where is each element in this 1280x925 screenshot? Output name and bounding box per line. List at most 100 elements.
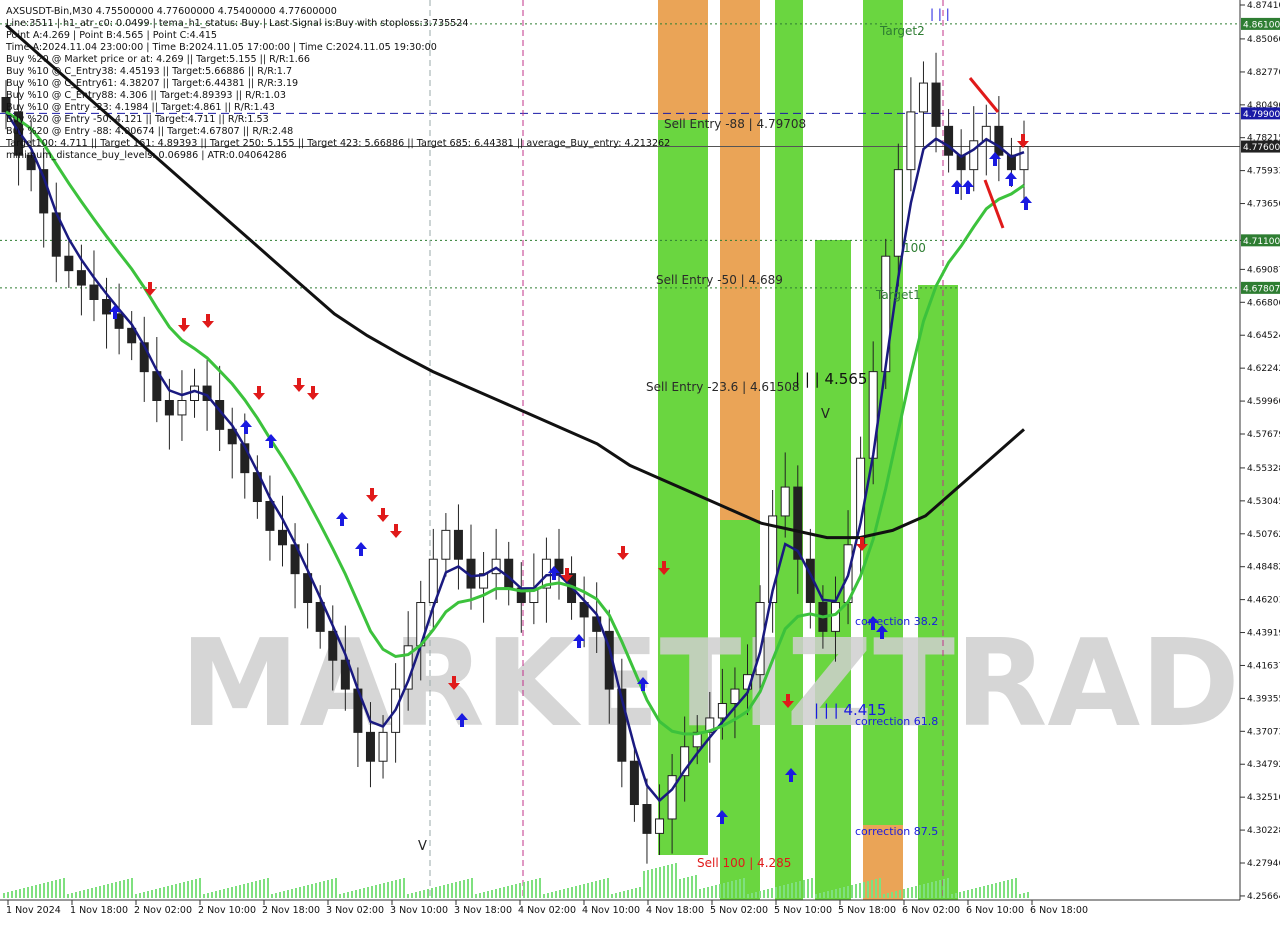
price-tick-label: 4.66806 xyxy=(1247,298,1280,308)
price-tick-label: 4.59960 xyxy=(1247,397,1280,407)
time-tick-label: 3 Nov 18:00 xyxy=(454,905,512,916)
time-tick-label: 4 Nov 02:00 xyxy=(518,905,576,916)
info-line: Line:3511 | h1_atr_c0: 0.0499 | tema_h1_… xyxy=(6,18,469,29)
price-tick-label: 4.53045 xyxy=(1247,497,1280,507)
info-line: Buy %20 @ Entry -50: 4.121 || Target:4.7… xyxy=(6,114,269,125)
target1-label: Target1 xyxy=(875,288,921,302)
time-tick-label: 2 Nov 02:00 xyxy=(134,905,192,916)
candle-body xyxy=(89,284,99,300)
sell-entry-88-label: Sell Entry -88 | 4.79708 xyxy=(664,117,806,131)
price-tick-label: 4.32510 xyxy=(1247,793,1280,803)
price-tick-label: 4.64524 xyxy=(1247,331,1280,341)
price-tick-label: 4.46201 xyxy=(1247,596,1280,606)
low-marker: V xyxy=(418,839,427,854)
candle-body xyxy=(265,501,275,531)
candle-body xyxy=(76,270,86,286)
price-tick-label: 4.82770 xyxy=(1247,68,1280,78)
top-markers: | | | xyxy=(930,7,950,21)
candle-body xyxy=(868,371,878,459)
candle-body xyxy=(365,731,375,762)
candle-body xyxy=(667,775,677,820)
candle-body xyxy=(969,140,979,171)
price-badge-label: 4.79900 xyxy=(1243,110,1280,120)
signal-zone xyxy=(918,285,958,900)
info-line: Point A:4.269 | Point B:4.565 | Point C:… xyxy=(6,30,217,41)
candle-body xyxy=(717,703,727,719)
chart-window: MARKETIZTRADE Sell Entry -88 | 4.79708 S… xyxy=(0,0,1280,920)
time-axis[interactable]: 1 Nov 2024 1 Nov 18:00 2 Nov 02:00 2 Nov 10… xyxy=(0,899,1280,920)
candle-body xyxy=(730,688,740,705)
time-tick-label: 5 Nov 18:00 xyxy=(838,905,896,916)
info-line: Target100: 4.711 || Target 161: 4.89393 … xyxy=(5,138,670,149)
candle-body xyxy=(893,169,903,257)
price-tick-label: 4.39355 xyxy=(1247,694,1280,704)
point-b-label: | | | 4.565 xyxy=(795,370,867,388)
candle-body xyxy=(1019,146,1029,171)
signal-zone xyxy=(658,0,708,120)
time-tick-label: 1 Nov 2024 xyxy=(6,905,61,916)
correction-61-label: correction 61.8 xyxy=(855,715,938,728)
info-line: Buy %10 @ C_Entry61: 4.38207 || Target:6… xyxy=(6,78,298,89)
info-line: Buy %20 @ Entry -88: 4.00674 || Target:4… xyxy=(6,126,293,137)
candle-body xyxy=(906,111,916,171)
down-marker: V xyxy=(821,407,830,422)
info-line: minimum_distance_buy_levels: 0.06986 | A… xyxy=(6,150,287,161)
price-tick-label: 4.34792 xyxy=(1247,760,1280,770)
time-tick-label: 1 Nov 18:00 xyxy=(70,905,128,916)
symbol-line: AXSUSDT-Bin,M30 4.75500000 4.77600000 4.… xyxy=(6,6,337,17)
candle-body xyxy=(629,760,639,806)
time-tick-label: 4 Nov 18:00 xyxy=(646,905,704,916)
candle-body xyxy=(64,255,74,272)
candle-body xyxy=(642,804,652,834)
price-tick-label: 4.48482 xyxy=(1247,563,1280,573)
candle-body xyxy=(944,125,954,156)
time-tick-label: 3 Nov 10:00 xyxy=(390,905,448,916)
candle-body xyxy=(655,818,665,834)
price-tick-label: 4.43919 xyxy=(1247,629,1280,639)
correction-38-label: correction 38.2 xyxy=(855,615,938,628)
target2-label: Target2 xyxy=(879,24,925,38)
candle-body xyxy=(328,630,338,661)
candle-body xyxy=(830,602,840,632)
time-tick-label: 2 Nov 10:00 xyxy=(198,905,256,916)
price-tick-label: 4.57679 xyxy=(1247,430,1280,440)
price-tick-label: 4.87410 xyxy=(1247,1,1280,11)
price-tick-label: 4.55328 xyxy=(1247,464,1280,474)
price-tick-label: 4.27946 xyxy=(1247,859,1280,869)
time-tick-label: 4 Nov 10:00 xyxy=(582,905,640,916)
time-tick-label: 5 Nov 10:00 xyxy=(774,905,832,916)
price-tick-label: 4.50762 xyxy=(1247,530,1280,540)
time-tick-label: 5 Nov 02:00 xyxy=(710,905,768,916)
candle-body xyxy=(177,400,187,416)
sell-entry-50-label: Sell Entry -50 | 4.689 xyxy=(656,273,783,287)
sell-entry-23-label: Sell Entry -23.6 | 4.61508 xyxy=(646,380,800,394)
time-tick-label: 2 Nov 18:00 xyxy=(262,905,320,916)
price-badge-label: 4.86100 xyxy=(1243,20,1280,30)
candle-body xyxy=(277,529,287,546)
correction-87-label: correction 87.5 xyxy=(855,825,938,838)
time-tick-label: 6 Nov 02:00 xyxy=(902,905,960,916)
price-tick-label: 4.30228 xyxy=(1247,826,1280,836)
level-100-label: 100 xyxy=(903,241,926,255)
price-badge-label: 4.77600 xyxy=(1243,143,1280,153)
candle-body xyxy=(780,486,790,517)
price-tick-label: 4.62242 xyxy=(1247,364,1280,374)
signal-zone xyxy=(658,120,708,420)
price-tick-label: 4.37073 xyxy=(1247,727,1280,737)
candle-body xyxy=(453,529,463,560)
signal-zone xyxy=(720,0,760,520)
price-badge-label: 4.71100 xyxy=(1243,237,1280,247)
candle-body xyxy=(994,125,1004,156)
info-line: Buy %10 @ C_Entry88: 4.306 || Target:4.8… xyxy=(6,90,286,101)
price-tick-label: 4.85060 xyxy=(1247,35,1280,45)
info-line: Time A:2024.11.04 23:00:00 | Time B:2024… xyxy=(5,42,437,53)
price-axis[interactable]: 4.874104.850604.827704.804904.782154.759… xyxy=(1239,0,1280,902)
candle-body xyxy=(164,400,174,416)
sell-100-label: Sell 100 | 4.285 xyxy=(697,856,791,870)
info-line: Buy %20 @ Market price or at: 4.269 || T… xyxy=(6,54,310,65)
price-tick-label: 4.75933 xyxy=(1247,167,1280,177)
price-tick-label: 4.69087 xyxy=(1247,265,1280,275)
candle-body xyxy=(378,731,388,762)
price-chart[interactable]: MARKETIZTRADE Sell Entry -88 | 4.79708 S… xyxy=(0,0,1280,920)
price-tick-label: 4.41637 xyxy=(1247,661,1280,671)
